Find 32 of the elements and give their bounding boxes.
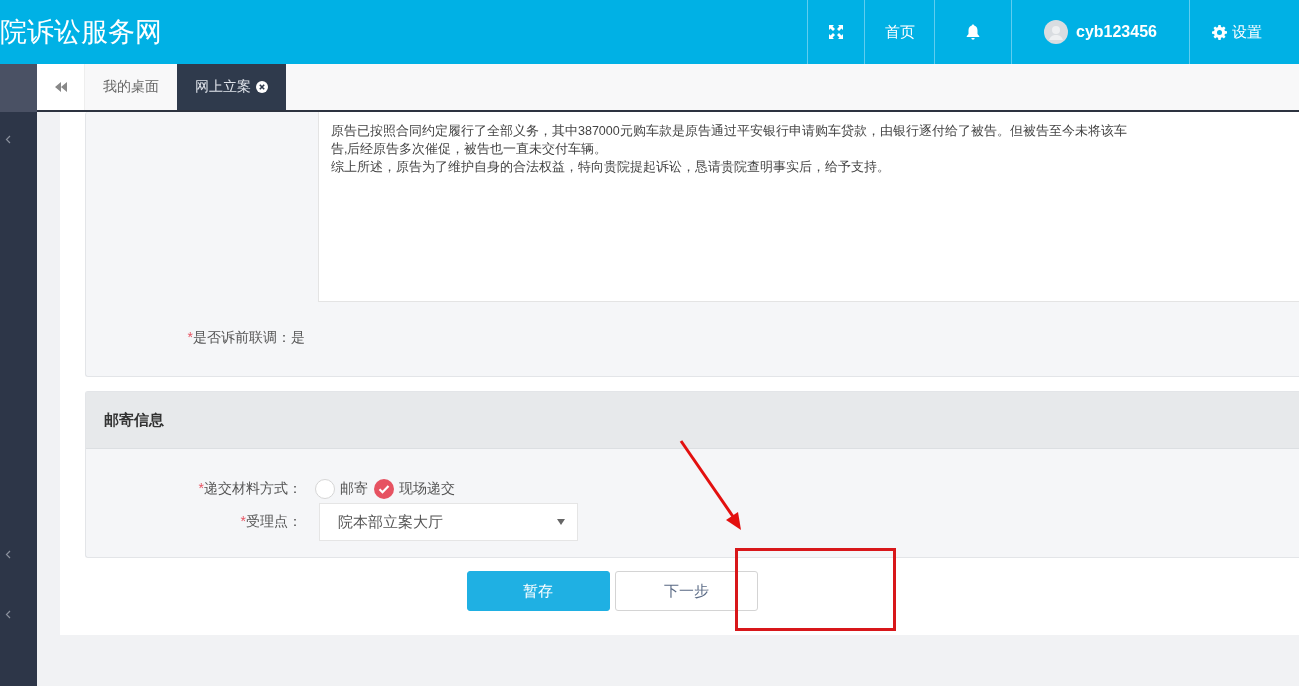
field-value: 是 xyxy=(291,329,305,347)
chevron-left-icon[interactable] xyxy=(5,610,11,619)
tab-scroll-left-button[interactable] xyxy=(37,64,85,110)
claim-text-line: 原告已按照合同约定履行了全部义务，其中387000元购车款是原告通过平安银行申请购车贷款，由银行逐付给了被告。但被告至今未将该车 xyxy=(331,123,1127,140)
section-title: 邮寄信息 xyxy=(104,410,164,430)
required-mark: * xyxy=(240,513,246,529)
fullscreen-icon xyxy=(828,24,844,40)
radio-option[interactable]: 邮寄 xyxy=(315,479,368,499)
field-label: 是否诉前联调： xyxy=(193,329,291,345)
settings-icon xyxy=(1212,24,1227,40)
site-title: 院诉讼服务网 xyxy=(0,16,162,49)
office-select[interactable]: 院本部立案大厅 xyxy=(319,503,578,541)
field-label: 受理点： xyxy=(246,513,302,529)
close-icon[interactable] xyxy=(256,81,268,93)
field-label: 递交材料方式： xyxy=(204,480,302,496)
claim-text-area[interactable]: 原告已按照合同约定履行了全部义务，其中387000元购车款是原告通过平安银行申请购车贷款，由银行逐付给了被告。但被告至今未将该车 告,后经原告多次催促，被告也一直未交付车辆。 综上所述，原告为了维护自身的合法权益，特向贵院提起诉讼，恳请贵院查明事实后，给予支持。 xyxy=(318,112,1299,302)
select-value: 院本部立案大厅 xyxy=(338,512,443,532)
radio-checked-icon[interactable] xyxy=(374,479,394,499)
double-left-arrow-icon xyxy=(54,82,67,92)
claim-text-line: 综上所述，原告为了维护自身的合法权益，特向贵院提起诉讼，恳请贵院查明事实后，给予支持。 xyxy=(331,159,890,176)
next-step-button[interactable]: 下一步 xyxy=(614,571,758,611)
avatar-icon xyxy=(1044,20,1068,44)
claim-text-line: 告,后经原告多次催促，被告也一直未交付车辆。 xyxy=(331,141,608,158)
radio-option[interactable]: 现场递交 xyxy=(374,479,455,499)
chevron-left-icon[interactable] xyxy=(5,135,11,144)
bell-icon xyxy=(966,24,980,40)
required-mark: * xyxy=(198,480,204,496)
required-mark: * xyxy=(187,329,193,345)
chevron-left-icon[interactable] xyxy=(5,550,11,559)
dropdown-caret-icon xyxy=(557,519,565,525)
page-tab[interactable]: 网上立案 xyxy=(177,64,286,110)
radio-unchecked-icon[interactable] xyxy=(315,479,335,499)
